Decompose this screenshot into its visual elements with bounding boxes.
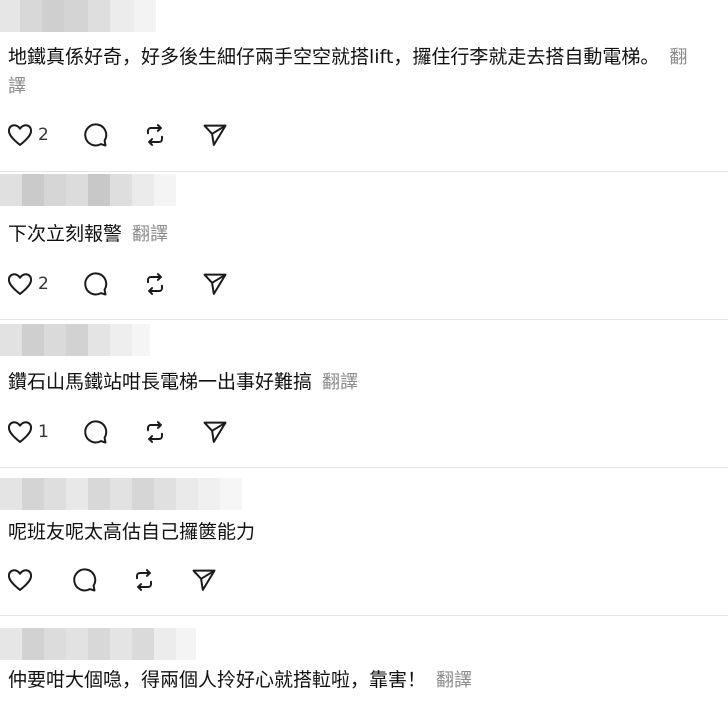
like-button[interactable]: 2: [6, 269, 49, 299]
send-paper-plane-icon: [203, 124, 227, 146]
heart-icon: [7, 421, 33, 443]
like-button[interactable]: 1: [6, 417, 49, 447]
repost-button[interactable]: [141, 417, 169, 447]
reply-text-content: 鑽石山馬鐵站咁長電梯一出事好難搞: [8, 371, 313, 393]
action-bar: 2: [0, 269, 229, 299]
send-paper-plane-icon: [203, 273, 227, 295]
repost-arrows-icon: [136, 569, 152, 591]
heart-icon: [7, 273, 33, 295]
blurred-avatar-username: [0, 0, 156, 32]
reply-button[interactable]: [81, 269, 109, 299]
blurred-avatar-username: [0, 628, 196, 660]
reply-text: 地鐵真係好奇，好多後生細仔兩手空空就搭lift，攞住行李就走去搭自動電梯。 翻譯: [8, 43, 688, 101]
repost-button[interactable]: [130, 565, 158, 595]
share-button[interactable]: [201, 269, 229, 299]
reply-button[interactable]: [81, 417, 109, 447]
translate-link[interactable]: 翻譯: [132, 224, 168, 245]
action-bar: 2: [0, 120, 229, 150]
comment-bubble-icon: [84, 420, 108, 444]
reply-text-content: 下次立刻報警: [8, 223, 123, 245]
repost-button[interactable]: [141, 269, 169, 299]
comment-bubble-icon: [84, 123, 108, 147]
heart-icon: [7, 569, 33, 591]
send-paper-plane-icon: [203, 421, 227, 443]
reply-text-content: 仲要咁大個喼，得兩個人拎好心就搭𨋢啦，靠害！: [8, 669, 427, 691]
share-button[interactable]: [201, 417, 229, 447]
heart-icon: [7, 124, 33, 146]
reply-text-content: 呢班友呢太高估自己攞篋能力: [8, 521, 256, 543]
action-bar: 1: [0, 417, 229, 447]
reply-text-content: 地鐵真係好奇，好多後生細仔兩手空空就搭lift，攞住行李就走去搭自動電梯。: [8, 46, 660, 68]
reply-text: 下次立刻報警 翻譯: [8, 220, 688, 249]
like-button[interactable]: [6, 565, 38, 595]
blurred-avatar-username: [0, 324, 150, 356]
blurred-avatar-username: [0, 174, 176, 206]
like-count: 2: [38, 125, 49, 145]
share-button[interactable]: [190, 565, 218, 595]
reply-post: 地鐵真係好奇，好多後生細仔兩手空空就搭lift，攞住行李就走去搭自動電梯。 翻譯 …: [0, 0, 728, 172]
reply-text: 仲要咁大個喼，得兩個人拎好心就搭𨋢啦，靠害！ 翻譯: [8, 666, 688, 695]
repost-button[interactable]: [141, 120, 169, 150]
translate-link[interactable]: 翻譯: [436, 670, 472, 691]
like-button[interactable]: 2: [6, 120, 49, 150]
repost-arrows-icon: [146, 421, 163, 443]
reply-text: 呢班友呢太高估自己攞篋能力: [8, 518, 688, 547]
reply-button[interactable]: [70, 565, 98, 595]
repost-arrows-icon: [146, 124, 163, 146]
reply-text: 鑽石山馬鐵站咁長電梯一出事好難搞 翻譯: [8, 368, 688, 397]
like-count: 2: [38, 274, 49, 294]
reply-post: 鑽石山馬鐵站咁長電梯一出事好難搞 翻譯 1: [0, 320, 728, 468]
repost-arrows-icon: [146, 273, 163, 295]
translate-link[interactable]: 翻譯: [322, 372, 358, 393]
reply-button[interactable]: [81, 120, 109, 150]
like-count: 1: [38, 422, 49, 442]
share-button[interactable]: [201, 120, 229, 150]
reply-post: 仲要咁大個喼，得兩個人拎好心就搭𨋢啦，靠害！ 翻譯: [0, 616, 728, 711]
action-bar: [0, 565, 218, 595]
reply-feed: 地鐵真係好奇，好多後生細仔兩手空空就搭lift，攞住行李就走去搭自動電梯。 翻譯 …: [0, 0, 728, 711]
reply-post: 呢班友呢太高估自己攞篋能力: [0, 468, 728, 616]
blurred-avatar-username: [0, 478, 242, 510]
send-paper-plane-icon: [192, 569, 216, 591]
comment-bubble-icon: [73, 568, 97, 592]
comment-bubble-icon: [84, 272, 108, 296]
reply-post: 下次立刻報警 翻譯 2: [0, 172, 728, 320]
